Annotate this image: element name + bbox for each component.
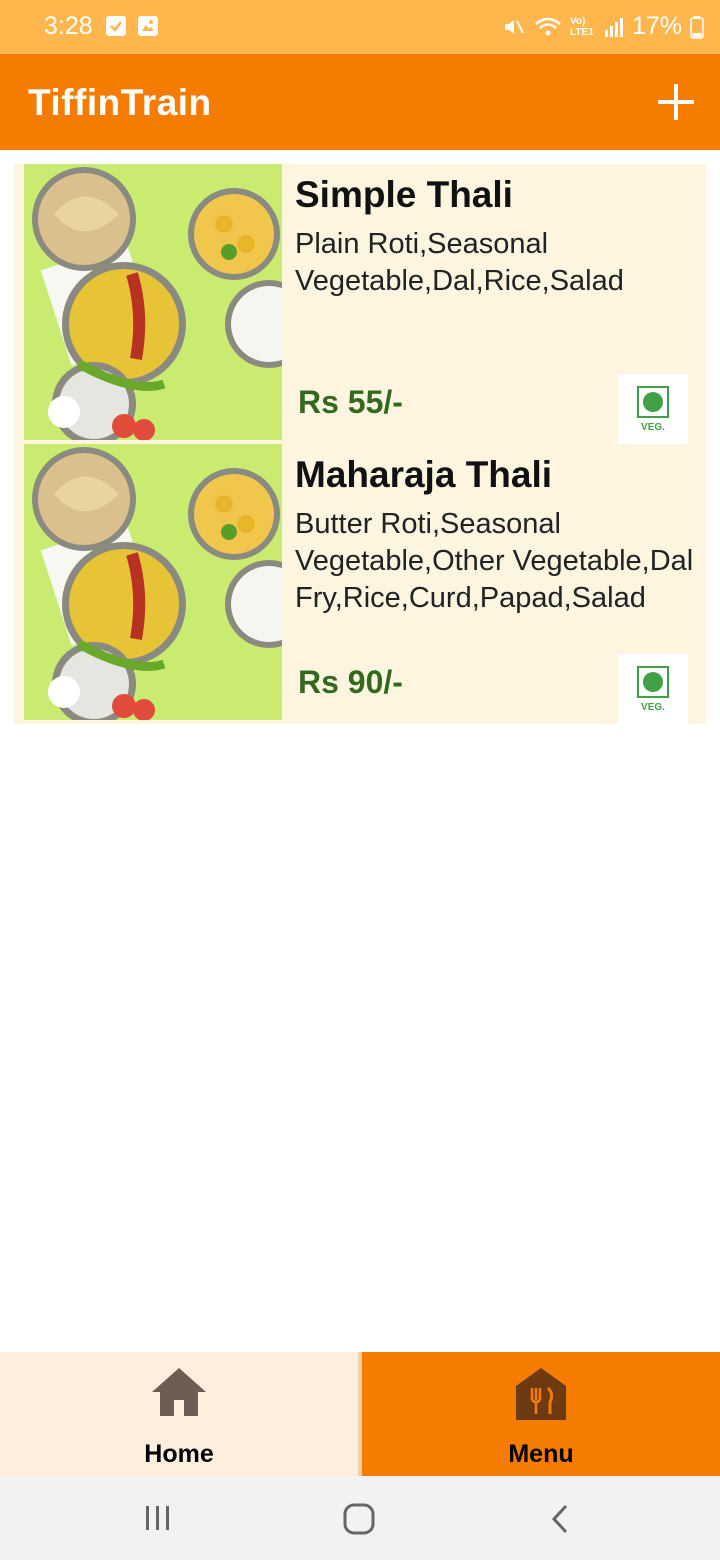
mute-icon (504, 19, 524, 34)
status-time: 3:28 (44, 12, 93, 40)
veg-badge: VEG. (618, 654, 688, 724)
item-price: Rs 90/- (298, 664, 403, 700)
status-bar: 3:28 Vo) LTE1 17% (0, 0, 720, 54)
system-nav-bar (0, 1476, 720, 1560)
signal-icon (604, 17, 623, 37)
thali-image (24, 164, 282, 440)
nav-menu[interactable]: Menu (362, 1352, 720, 1476)
home-icon (152, 1368, 206, 1416)
network-label: Vo) LTE1 (569, 15, 594, 38)
nav-home-label: Home (144, 1440, 214, 1468)
veg-icon (637, 666, 669, 698)
bottom-nav: Home Menu (0, 1352, 720, 1476)
app-title: TiffinTrain (28, 82, 212, 123)
thali-image (24, 444, 282, 720)
menu-card[interactable]: Simple Thali Plain Roti,Seasonal Vegetab… (14, 164, 706, 444)
item-name: Maharaja Thali (295, 454, 553, 495)
nav-menu-label: Menu (508, 1440, 574, 1468)
veg-label: VEG. (641, 702, 665, 713)
menu-card[interactable]: Maharaja Thali Butter Roti,Seasonal Vege… (14, 444, 706, 724)
item-name: Simple Thali (295, 174, 513, 215)
nav-home[interactable]: Home (0, 1352, 358, 1476)
veg-label: VEG. (641, 422, 665, 433)
veg-icon (637, 386, 669, 418)
app-bar: TiffinTrain (0, 54, 720, 150)
back-icon[interactable] (546, 1502, 576, 1536)
menu-list: Simple Thali Plain Roti,Seasonal Vegetab… (14, 164, 706, 724)
recent-apps-icon[interactable] (142, 1502, 174, 1534)
add-icon[interactable] (658, 84, 694, 120)
home-button-icon[interactable] (342, 1502, 376, 1536)
item-description: Plain Roti,Seasonal Vegetable,Dal,Rice,S… (295, 228, 624, 297)
item-price: Rs 55/- (298, 384, 403, 420)
check-square-icon (106, 16, 126, 36)
battery-icon (690, 15, 704, 39)
battery-percent: 17% (631, 12, 682, 40)
item-description: Butter Roti,Seasonal Vegetable,Other Veg… (295, 508, 694, 614)
image-icon (138, 16, 158, 36)
restaurant-menu-icon (516, 1368, 566, 1420)
veg-badge: VEG. (618, 374, 688, 444)
wifi-icon (535, 17, 561, 35)
